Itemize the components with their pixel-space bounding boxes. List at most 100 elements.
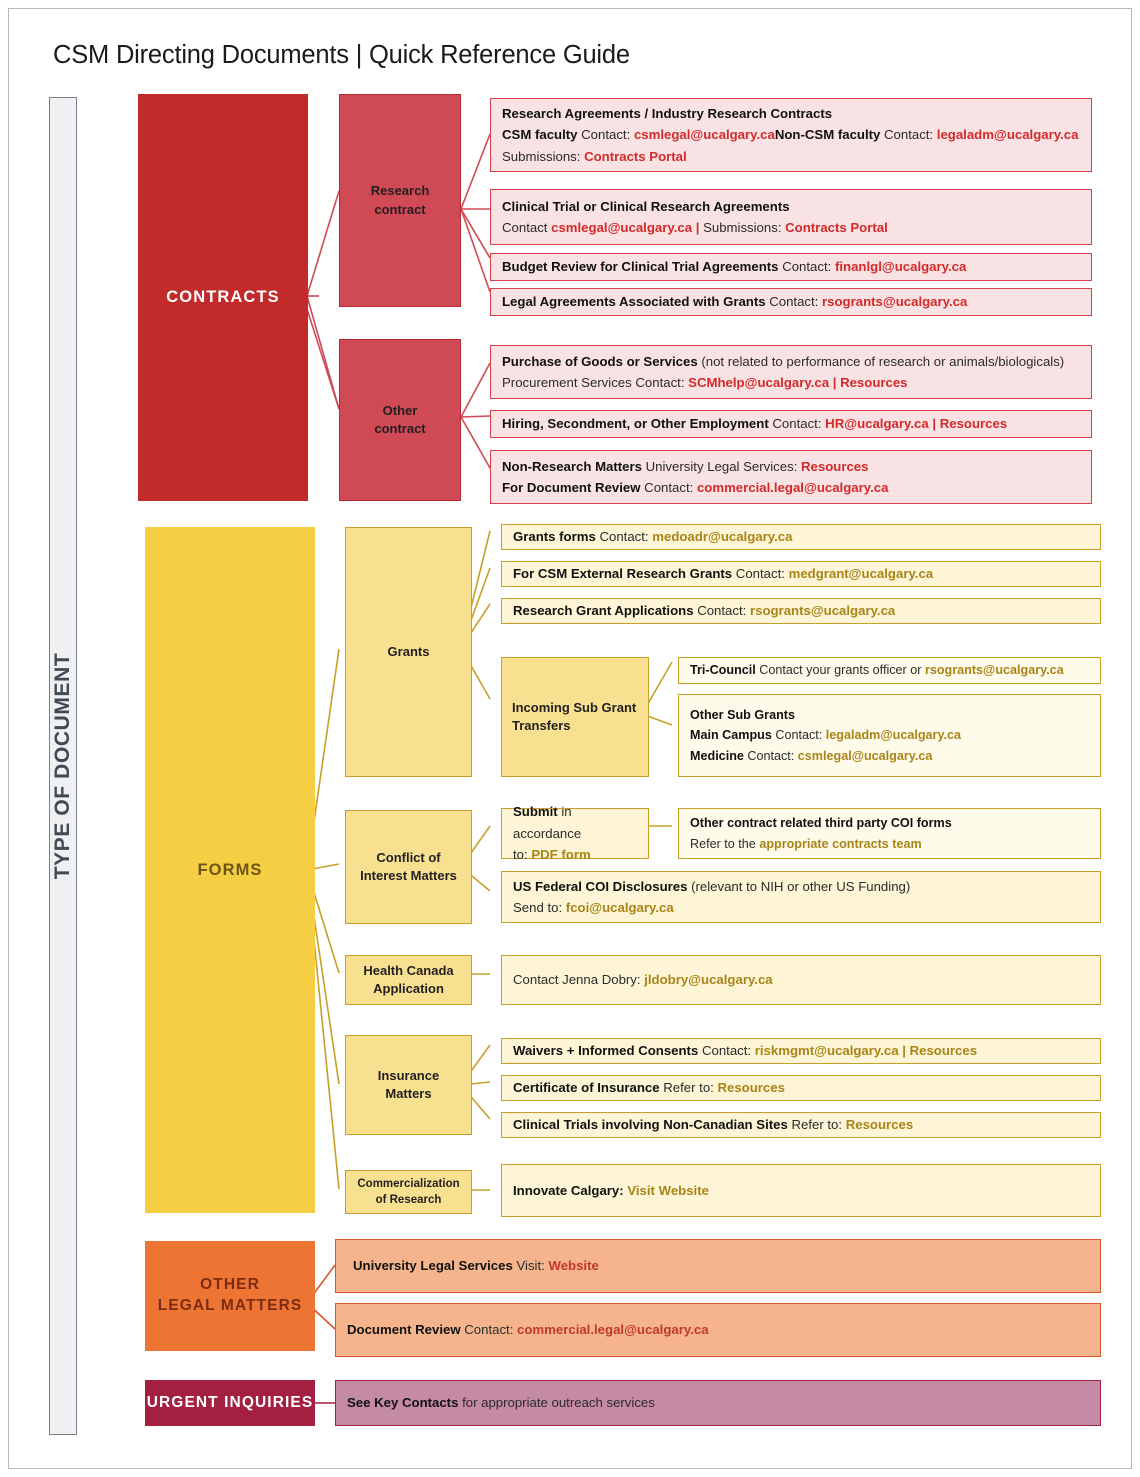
mid-commercialization-of-research[interactable]: Commercialization of Research — [345, 1170, 472, 1214]
other-sub-grants-medicine: Medicine Contact: csmlegal@ucalgary.ca — [690, 748, 933, 763]
urgent-line: See Key Contacts for appropriate outreac… — [347, 1395, 655, 1411]
email-commercial-legal[interactable]: commercial.legal@ucalgary.ca — [517, 1322, 708, 1337]
link-contracts-portal[interactable]: Contracts Portal — [584, 149, 687, 164]
category-other-legal-matters[interactable]: OTHER LEGAL MATTERS — [145, 1241, 315, 1351]
category-urgent-label: URGENT INQUIRIES — [146, 1393, 314, 1411]
email-csmlegal[interactable]: csmlegal@ucalgary.ca — [634, 127, 775, 142]
link-contracts-portal[interactable]: Contracts Portal — [785, 220, 888, 235]
mid-research-contract[interactable]: Research contract — [339, 94, 461, 307]
health-canada-line: Contact Jenna Dobry: jldobry@ucalgary.ca — [513, 972, 773, 988]
category-other-legal-label: OTHER LEGAL MATTERS — [157, 1276, 303, 1314]
email-medoadr[interactable]: medoadr@ucalgary.ca — [652, 529, 792, 544]
detail-coi-submit[interactable]: Submit in accordance to: PDF form — [501, 804, 649, 862]
detail-third-party-coi[interactable]: Other contract related third party COI f… — [678, 808, 1101, 859]
detail-research-grant-applications[interactable]: Research Grant Applications Contact: rso… — [501, 598, 1101, 624]
link-pdf-form[interactable]: PDF form — [531, 847, 590, 862]
category-urgent-inquiries[interactable]: URGENT INQUIRIES — [145, 1380, 315, 1426]
research-agreements-submissions: Submissions: Contracts Portal — [502, 148, 687, 164]
email-scmhelp[interactable]: SCMhelp@ucalgary.ca — [688, 375, 829, 390]
us-federal-coi-send: Send to: fcoi@ucalgary.ca — [513, 900, 674, 915]
detail-other-sub-grants[interactable]: Other Sub Grants Main Campus Contact: le… — [678, 694, 1101, 777]
email-csmlegal[interactable]: csmlegal@ucalgary.ca — [551, 220, 692, 235]
email-finanlgl[interactable]: finanlgl@ucalgary.ca — [835, 259, 966, 274]
email-medgrant[interactable]: medgrant@ucalgary.ca — [789, 566, 934, 581]
coi-submit-line2: to: PDF form — [513, 847, 591, 863]
detail-urgent-inquiries[interactable]: See Key Contacts for appropriate outreac… — [335, 1380, 1101, 1426]
diagram-page: CSM Directing Documents | Quick Referenc… — [8, 8, 1132, 1469]
email-hr[interactable]: HR@ucalgary.ca — [825, 416, 929, 431]
research-agreements-contacts: CSM faculty Contact: csmlegal@ucalgary.c… — [502, 127, 1079, 143]
non-research-line2: For Document Review Contact: commercial.… — [502, 480, 889, 495]
link-resources[interactable]: Resources — [717, 1080, 784, 1095]
detail-health-canada[interactable]: Contact Jenna Dobry: jldobry@ucalgary.ca — [501, 955, 1101, 1005]
detail-document-review[interactable]: Document Review Contact: commercial.lega… — [335, 1303, 1101, 1357]
mid-research-contract-label: Research contract — [370, 183, 430, 217]
mid-insurance-matters[interactable]: Insurance Matters — [345, 1035, 472, 1135]
budget-review-line: Budget Review for Clinical Trial Agreeme… — [502, 259, 967, 275]
waivers-line: Waivers + Informed Consents Contact: ris… — [513, 1043, 978, 1059]
clinical-trial-title: Clinical Trial or Clinical Research Agre… — [502, 198, 790, 214]
mid-commercialization-label: Commercialization of Research — [357, 1177, 460, 1206]
category-forms[interactable]: FORMS — [145, 527, 315, 1213]
research-agreements-title: Research Agreements / Industry Research … — [502, 105, 833, 121]
grant-applications-line: Research Grant Applications Contact: rso… — [513, 603, 896, 619]
detail-clinical-trial-agreements[interactable]: Clinical Trial or Clinical Research Agre… — [490, 189, 1092, 245]
detail-purchase-goods-services[interactable]: Purchase of Goods or Services (not relat… — [490, 345, 1092, 399]
link-visit-website[interactable]: Visit Website — [624, 1183, 709, 1198]
mid-health-canada-label: Health Canada Application — [363, 962, 454, 996]
third-party-coi-refer: Refer to the appropriate contracts team — [690, 836, 922, 851]
link-resources[interactable]: Resources — [940, 416, 1007, 431]
detail-waivers-consents[interactable]: Waivers + Informed Consents Contact: ris… — [501, 1038, 1101, 1064]
innovate-line: Innovate Calgary: Visit Website — [513, 1182, 709, 1198]
detail-non-research-matters[interactable]: Non-Research Matters University Legal Se… — [490, 450, 1092, 504]
legal-agreements-grants-line: Legal Agreements Associated with Grants … — [502, 294, 968, 310]
detail-legal-agreements-grants[interactable]: Legal Agreements Associated with Grants … — [490, 288, 1092, 316]
other-sub-grants-main-campus: Main Campus Contact: legaladm@ucalgary.c… — [690, 728, 962, 743]
other-sub-grants-title: Other Sub Grants — [690, 708, 795, 723]
email-jldobry[interactable]: jldobry@ucalgary.ca — [644, 972, 772, 987]
hiring-line: Hiring, Secondment, or Other Employment … — [502, 416, 1008, 432]
detail-grants-forms[interactable]: Grants forms Contact: medoadr@ucalgary.c… — [501, 524, 1101, 550]
mid-grants-label: Grants — [387, 643, 430, 659]
detail-tri-council[interactable]: Tri-Council Contact your grants officer … — [678, 657, 1101, 684]
email-legaladm[interactable]: legaladm@ucalgary.ca — [937, 127, 1079, 142]
mid-health-canada-application[interactable]: Health Canada Application — [345, 955, 472, 1005]
mid-grants[interactable]: Grants — [345, 527, 472, 777]
page-title: CSM Directing Documents | Quick Referenc… — [53, 41, 630, 69]
link-resources[interactable]: Resources — [910, 1043, 977, 1058]
detail-innovate-calgary[interactable]: Innovate Calgary: Visit Website — [501, 1164, 1101, 1217]
purchase-goods-contact: Procurement Services Contact: SCMhelp@uc… — [502, 375, 908, 390]
detail-research-agreements[interactable]: Research Agreements / Industry Research … — [490, 98, 1092, 172]
detail-budget-review[interactable]: Budget Review for Clinical Trial Agreeme… — [490, 253, 1092, 281]
detail-clinical-trials-non-canadian[interactable]: Clinical Trials involving Non-Canadian S… — [501, 1112, 1101, 1138]
detail-certificate-insurance[interactable]: Certificate of Insurance Refer to: Resou… — [501, 1075, 1101, 1101]
link-website[interactable]: Website — [548, 1258, 598, 1273]
email-legaladm[interactable]: legaladm@ucalgary.ca — [826, 728, 961, 742]
email-commercial-legal[interactable]: commercial.legal@ucalgary.ca — [697, 480, 888, 495]
email-rsogrants[interactable]: rsogrants@ucalgary.ca — [750, 603, 895, 618]
email-csmlegal[interactable]: csmlegal@ucalgary.ca — [798, 749, 933, 763]
mid-other-contract[interactable]: Other contract — [339, 339, 461, 501]
mid-conflict-of-interest[interactable]: Conflict of Interest Matters — [345, 810, 472, 924]
detail-university-legal-services[interactable]: University Legal Services Visit: Website — [335, 1239, 1101, 1293]
detail-csm-external-grants[interactable]: For CSM External Research Grants Contact… — [501, 561, 1101, 587]
mid-coi-label: Conflict of Interest Matters — [360, 849, 457, 883]
link-resources[interactable]: Resources — [840, 375, 907, 390]
email-rsogrants[interactable]: rsogrants@ucalgary.ca — [925, 663, 1064, 677]
category-contracts[interactable]: CONTRACTS — [138, 94, 308, 501]
link-contracts-team[interactable]: appropriate contracts team — [759, 837, 921, 851]
link-resources[interactable]: Resources — [846, 1117, 913, 1132]
link-resources[interactable]: Resources — [801, 459, 868, 474]
detail-us-federal-coi[interactable]: US Federal COI Disclosures (relevant to … — [501, 871, 1101, 923]
category-contracts-label: CONTRACTS — [166, 288, 280, 307]
mid-incoming-sub-grant-transfers[interactable]: Incoming Sub Grant Transfers — [501, 657, 649, 777]
detail-hiring-secondment[interactable]: Hiring, Secondment, or Other Employment … — [490, 410, 1092, 438]
csm-external-line: For CSM External Research Grants Contact… — [513, 566, 934, 582]
email-riskmgmt[interactable]: riskmgmt@ucalgary.ca — [755, 1043, 899, 1058]
email-fcoi[interactable]: fcoi@ucalgary.ca — [566, 900, 674, 915]
email-rsogrants[interactable]: rsogrants@ucalgary.ca — [822, 294, 967, 309]
spine-label: TYPE OF DOCUMENT — [51, 652, 74, 880]
mid-other-contract-label: Other contract — [374, 402, 426, 436]
clinical-trial-contact: Contact csmlegal@ucalgary.ca | Submissio… — [502, 220, 888, 235]
us-federal-coi-title: US Federal COI Disclosures (relevant to … — [513, 878, 911, 894]
